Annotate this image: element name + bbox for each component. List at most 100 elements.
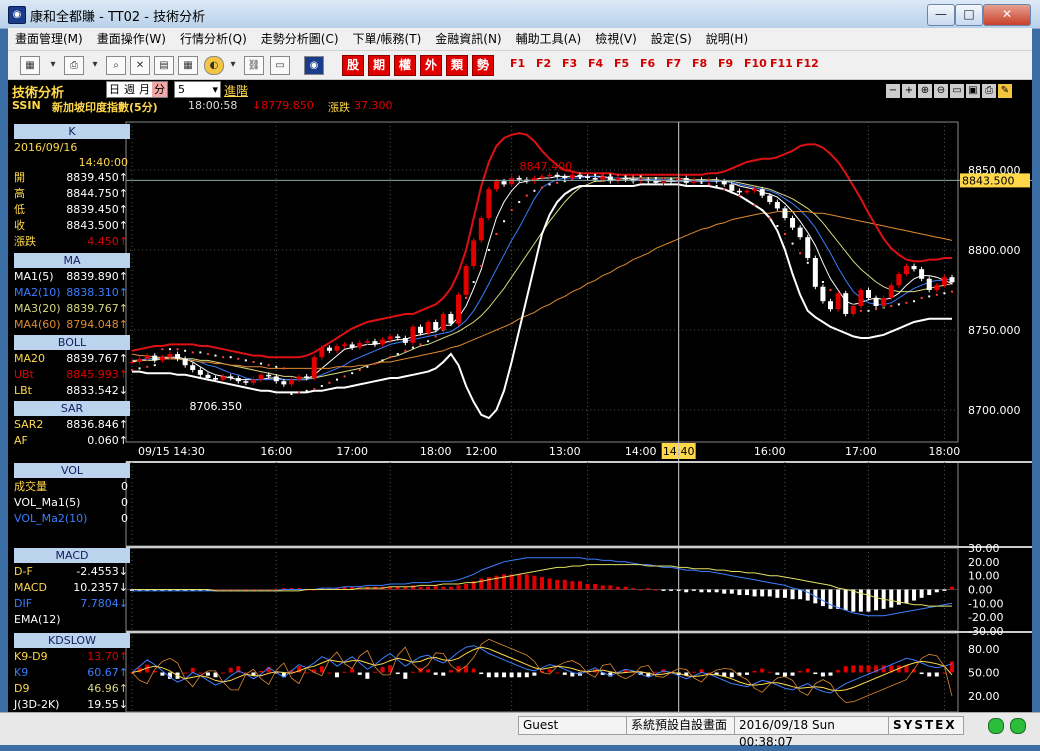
window-icon[interactable]: ▭ — [270, 56, 290, 75]
print-icon[interactable]: ⎙ — [982, 84, 996, 98]
fkey-f3[interactable]: F3 — [562, 57, 577, 70]
candle-body — [137, 358, 143, 362]
candle-body — [410, 326, 416, 343]
sar-dot — [373, 362, 376, 365]
candle-body — [258, 374, 264, 380]
kd-bar — [775, 672, 780, 675]
chevron-down-icon: ▾ — [212, 83, 218, 96]
maximize-button[interactable]: □ — [955, 4, 983, 26]
candle-body — [296, 376, 302, 380]
candle-body — [205, 374, 211, 378]
indicator-label: MA4(60) — [14, 318, 61, 331]
zoom-out-icon[interactable]: ⊖ — [934, 84, 948, 98]
sar-dot — [229, 356, 232, 359]
period-month[interactable]: 月 — [137, 82, 152, 97]
macd-y-tick: 30.00 — [968, 542, 1000, 555]
macd-bar — [570, 581, 575, 590]
grid-icon[interactable]: ▦ — [178, 56, 198, 75]
fkey-f6[interactable]: F6 — [640, 57, 655, 70]
close-button[interactable]: ✕ — [983, 4, 1031, 26]
menu-item-7[interactable]: 檢視(V) — [588, 28, 644, 50]
menu-item-6[interactable]: 輔助工具(A) — [509, 28, 589, 50]
save-icon[interactable]: ▣ — [966, 84, 980, 98]
candle-body — [387, 336, 393, 340]
macd-bar — [464, 583, 469, 590]
sar-dot — [275, 365, 278, 368]
sar-dot — [518, 201, 521, 203]
sar-dot — [495, 233, 498, 235]
macd-bar — [509, 574, 514, 590]
market-button-1[interactable]: 期 — [368, 55, 390, 76]
menu-item-0[interactable]: 畫面管理(M) — [8, 28, 90, 50]
candle-body — [835, 293, 841, 310]
indicator-value: 8843.500↑ — [66, 219, 128, 232]
candle-body — [281, 381, 287, 385]
menu-item-5[interactable]: 金融資訊(N) — [428, 28, 508, 50]
chat-icon[interactable]: ▭ — [950, 84, 964, 98]
macd-bar — [904, 589, 909, 604]
chart-canvas[interactable]: 8850.0008800.0008750.0008700.00009/15 14… — [8, 80, 1032, 712]
macd-bar — [912, 589, 917, 601]
fkey-f9[interactable]: F9 — [718, 57, 733, 70]
advanced-link[interactable]: 進階 — [224, 82, 248, 99]
interval-select[interactable]: 5 ▾ — [174, 81, 221, 98]
sar-dot — [951, 290, 953, 293]
macd-bar — [638, 589, 643, 591]
period-selector[interactable]: 日 週 月 分 — [106, 81, 168, 98]
indicator-label: 低 — [14, 203, 25, 216]
plus-icon[interactable]: + — [902, 84, 916, 98]
market-button-0[interactable]: 股 — [342, 55, 364, 76]
link-icon[interactable]: ⛓ — [244, 56, 264, 75]
close-window-icon[interactable]: ✕ — [130, 56, 150, 75]
fkey-f7[interactable]: F7 — [666, 57, 681, 70]
market-button-3[interactable]: 外 — [420, 55, 442, 76]
candle-body — [934, 285, 940, 290]
menu-item-2[interactable]: 行情分析(Q) — [173, 28, 254, 50]
menu-item-1[interactable]: 畫面操作(W) — [90, 28, 173, 50]
candle-body — [767, 195, 773, 202]
settings-icon[interactable]: ✎ — [998, 84, 1012, 98]
fkey-f1[interactable]: F1 — [510, 57, 525, 70]
minimize-button[interactable]: — — [927, 4, 955, 26]
fkey-f12[interactable]: F12 — [796, 57, 819, 70]
power-icon[interactable] — [1010, 718, 1026, 734]
fkey-f5[interactable]: F5 — [614, 57, 629, 70]
sar-dot — [161, 348, 164, 351]
zoom-in-icon[interactable]: ⊕ — [918, 84, 932, 98]
globe-icon[interactable]: ◐ — [204, 56, 224, 75]
chevron-down-icon[interactable]: ▾ — [48, 56, 58, 73]
market-button-4[interactable]: 類 — [446, 55, 468, 76]
market-button-5[interactable]: 勢 — [472, 55, 494, 76]
home-icon[interactable]: ◉ — [304, 56, 324, 75]
fkey-f8[interactable]: F8 — [692, 57, 707, 70]
kd-bar — [562, 672, 567, 675]
search-icon[interactable]: ⌕ — [106, 56, 126, 75]
period-day[interactable]: 日 — [107, 82, 122, 97]
sar-dot — [935, 293, 938, 296]
candle-body — [554, 174, 560, 177]
market-button-2[interactable]: 權 — [394, 55, 416, 76]
fkey-f4[interactable]: F4 — [588, 57, 603, 70]
fkey-f2[interactable]: F2 — [536, 57, 551, 70]
ma-row: MA3(20) 8839.767↑ — [14, 301, 128, 316]
status-clock: 2016/09/18 Sun 00:38:07 — [734, 716, 890, 749]
fkey-f10[interactable]: F10 — [744, 57, 767, 70]
chevron-down-icon[interactable]: ▾ — [90, 56, 100, 73]
indicator-value: 0 — [121, 496, 128, 509]
candle-body — [759, 189, 765, 196]
print-icon[interactable]: ⎙ — [64, 56, 84, 75]
annotation-low: 8706.350 — [190, 400, 243, 413]
layout-icon[interactable]: ▦ — [20, 56, 40, 75]
period-minute[interactable]: 分 — [152, 82, 167, 97]
period-week[interactable]: 週 — [122, 82, 137, 97]
tile-icon[interactable]: ▤ — [154, 56, 174, 75]
menu-item-4[interactable]: 下單/帳務(T) — [346, 28, 429, 50]
menu-item-8[interactable]: 設定(S) — [644, 28, 699, 50]
menu-item-9[interactable]: 說明(H) — [699, 28, 755, 50]
macd-row: MACD 10.2357↓ — [14, 580, 128, 595]
chevron-down-icon[interactable]: ▾ — [228, 56, 238, 73]
candle-body — [250, 379, 256, 383]
menu-item-3[interactable]: 走勢分析圖(C) — [254, 28, 346, 50]
minus-icon[interactable]: − — [886, 84, 900, 98]
fkey-f11[interactable]: F11 — [770, 57, 793, 70]
